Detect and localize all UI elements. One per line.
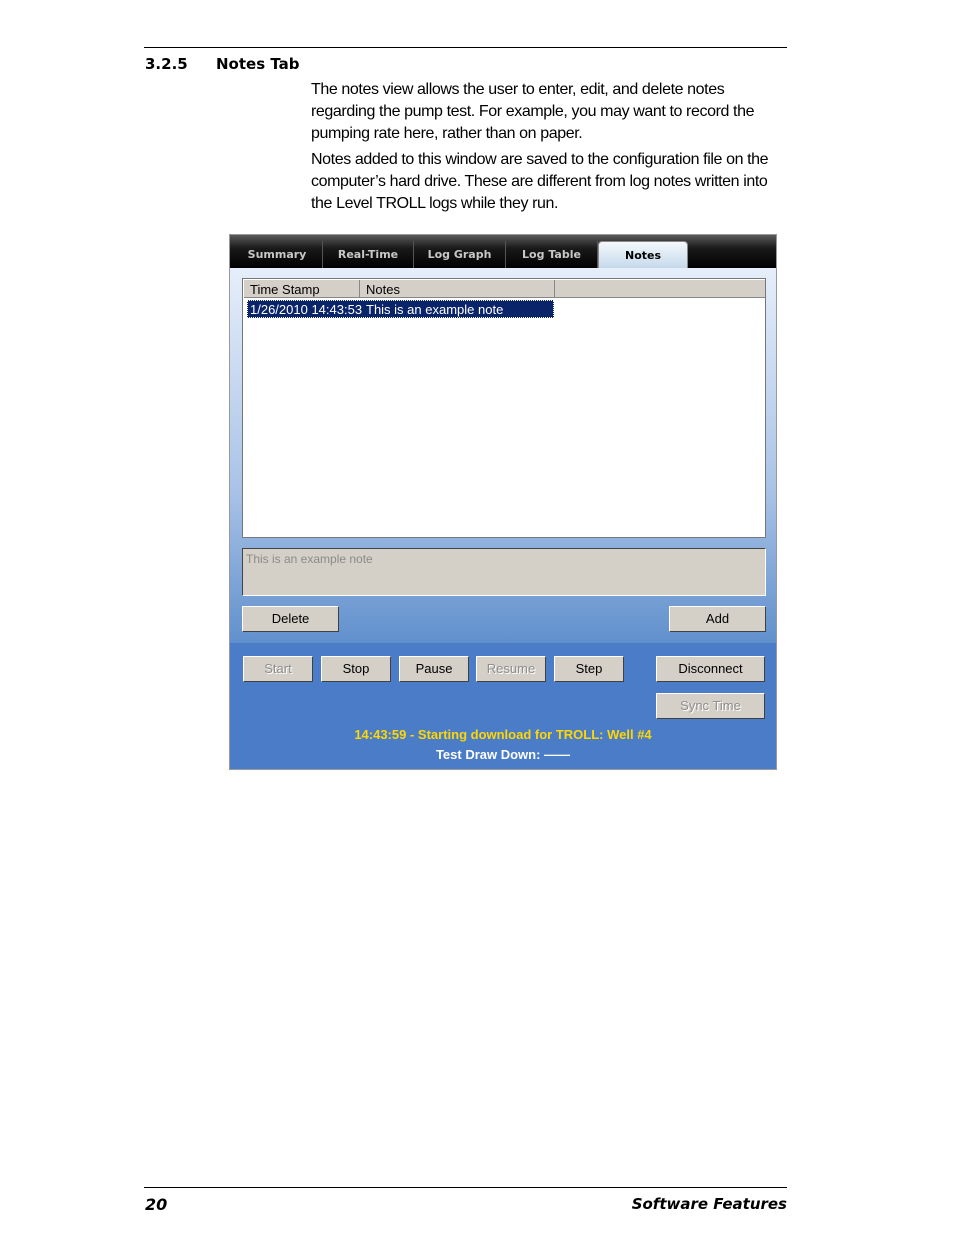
notes-panel: Time Stamp Notes 1/26/2010 14:43:53 This… — [230, 268, 776, 643]
tab-log-table[interactable]: Log Table — [506, 241, 598, 268]
delete-button[interactable]: Delete — [242, 606, 339, 632]
tab-notes[interactable]: Notes — [598, 241, 688, 269]
table-row[interactable]: 1/26/2010 14:43:53 This is an example no… — [247, 300, 554, 318]
sync-time-button[interactable]: Sync Time — [656, 693, 765, 719]
cell-note: This is an example note — [366, 302, 504, 317]
tab-log-graph[interactable]: Log Graph — [414, 241, 506, 268]
paragraph: The notes view allows the user to enter,… — [311, 81, 755, 142]
pause-button[interactable]: Pause — [399, 656, 469, 682]
chapter-title: Software Features — [631, 1195, 787, 1213]
tab-bar: Summary Real-Time Log Graph Log Table No… — [230, 235, 776, 269]
tab-summary[interactable]: Summary — [232, 241, 323, 268]
resume-button[interactable]: Resume — [476, 656, 546, 682]
header-rule — [144, 47, 787, 48]
section-number: 3.2.5 — [145, 55, 188, 73]
column-header-time-stamp[interactable]: Time Stamp — [244, 280, 360, 298]
page-number: 20 — [145, 1195, 168, 1214]
note-input[interactable]: This is an example note — [242, 548, 766, 596]
draw-down-label: Test Draw Down: —— — [435, 747, 571, 762]
status-message: 14:43:59 - Starting download for TROLL: … — [354, 727, 652, 742]
column-header-notes[interactable]: Notes — [360, 280, 555, 298]
control-panel: Start Stop Pause Resume Step Disconnect … — [230, 643, 776, 769]
paragraph: Notes added to this window are saved to … — [311, 151, 769, 212]
app-window: Summary Real-Time Log Graph Log Table No… — [229, 234, 777, 770]
column-header-empty — [555, 280, 765, 298]
step-button[interactable]: Step — [554, 656, 624, 682]
add-button[interactable]: Add — [669, 606, 766, 632]
cell-timestamp: 1/26/2010 14:43:53 — [250, 302, 363, 317]
notes-list[interactable]: Time Stamp Notes 1/26/2010 14:43:53 This… — [242, 278, 766, 538]
document-page: 3.2.5 Notes Tab The notes view allows th… — [0, 0, 954, 1235]
start-button[interactable]: Start — [243, 656, 313, 682]
stop-button[interactable]: Stop — [321, 656, 391, 682]
disconnect-button[interactable]: Disconnect — [656, 656, 765, 682]
footer-rule — [144, 1187, 787, 1188]
tab-real-time[interactable]: Real-Time — [323, 241, 414, 268]
section-title: Notes Tab — [216, 55, 300, 73]
